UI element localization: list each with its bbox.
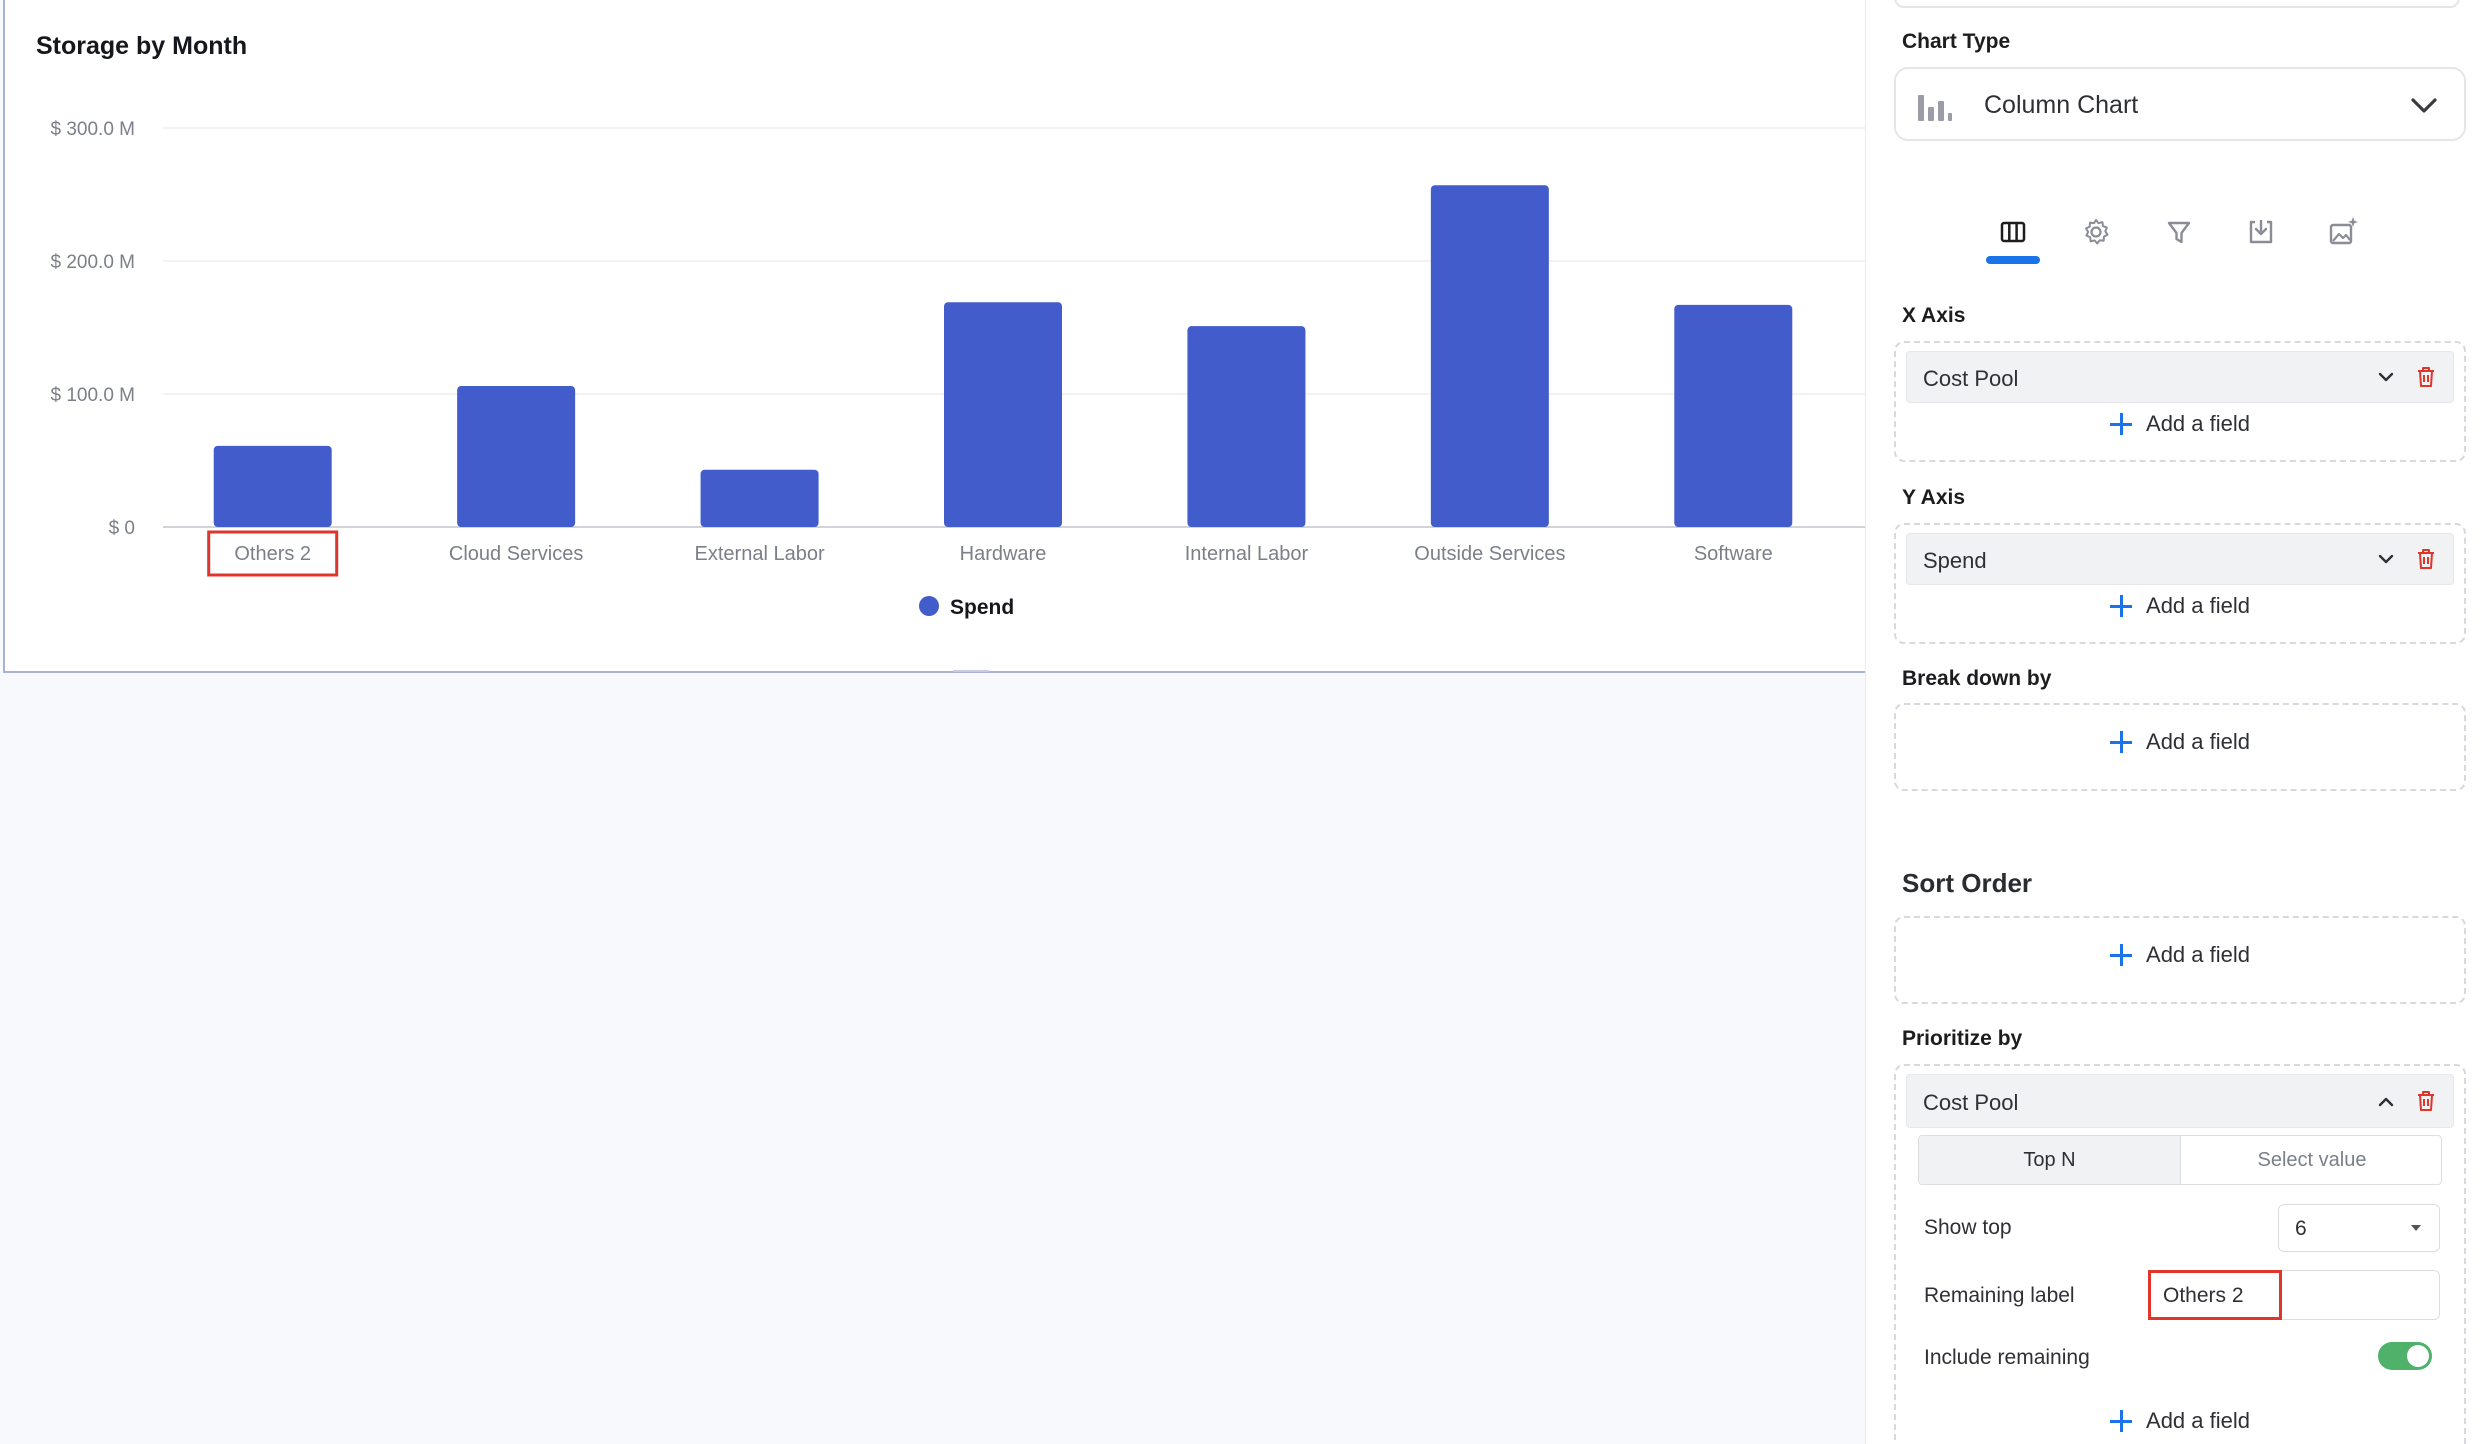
- add-field-label: Add a field: [2146, 593, 2250, 618]
- tab-download[interactable]: [2241, 212, 2281, 252]
- filter-icon: [2167, 221, 2191, 244]
- show-top-value: 6: [2295, 1217, 2307, 1240]
- x-tick-label: Cloud Services: [449, 543, 584, 565]
- plus-icon: [2110, 595, 2133, 617]
- break-down-dropzone: Add a field: [1894, 703, 2466, 791]
- x-axis-add-field-button[interactable]: Add a field: [1896, 411, 2464, 451]
- prioritize-mode-segment: Top N Select value: [1918, 1135, 2442, 1185]
- chevron-down-icon[interactable]: [2375, 548, 2397, 570]
- chart-settings-panel: Chart Type Column Chart X Axis Cost Pool: [1865, 0, 2486, 1444]
- resize-handle[interactable]: [953, 670, 989, 676]
- tab-columns[interactable]: [1993, 212, 2033, 252]
- x-tick-label: External Labor: [695, 543, 825, 565]
- segment-top-n[interactable]: Top N: [1919, 1136, 2181, 1184]
- bar: [1187, 326, 1306, 527]
- x-tick-label: Hardware: [960, 543, 1047, 565]
- show-top-select[interactable]: 6: [2278, 1204, 2440, 1252]
- bar: [700, 469, 819, 527]
- x-tick-label: Others 2: [234, 543, 311, 565]
- sort-order-dropzone: Add a field: [1894, 916, 2466, 1004]
- column-chart-icon: [1918, 91, 1952, 121]
- x-axis-field[interactable]: Cost Pool: [1906, 351, 2454, 403]
- break-down-label: Break down by: [1902, 667, 2052, 690]
- caret-down-icon: [2411, 1225, 2421, 1231]
- chart-type-select[interactable]: Column Chart: [1894, 67, 2466, 141]
- show-top-label: Show top: [1924, 1216, 2012, 1239]
- break-down-add-field-button[interactable]: Add a field: [1896, 729, 2464, 769]
- chart-type-label: Chart Type: [1902, 30, 2011, 53]
- trash-icon[interactable]: [2415, 1089, 2437, 1113]
- remaining-label-value: Others 2: [2163, 1284, 2244, 1307]
- prioritize-add-field-button[interactable]: Add a field: [1896, 1408, 2464, 1444]
- x-axis-dropzone: Cost Pool Add a field: [1894, 341, 2466, 462]
- chart-type-value: Column Chart: [1984, 91, 2139, 119]
- columns-icon: [2000, 221, 2026, 243]
- y-axis-field-name: Spend: [1923, 548, 1987, 573]
- tab-settings[interactable]: [2076, 212, 2116, 252]
- x-tick-label: Software: [1694, 543, 1773, 565]
- sort-order-title: Sort Order: [1902, 868, 2033, 898]
- y-axis-add-field-button[interactable]: Add a field: [1896, 593, 2464, 633]
- trash-icon[interactable]: [2415, 365, 2437, 389]
- add-field-label: Add a field: [2146, 942, 2250, 967]
- y-tick-label: $ 100.0 M: [51, 385, 136, 406]
- prioritize-field-name: Cost Pool: [1923, 1090, 2019, 1115]
- ai-image-icon: [2329, 217, 2358, 245]
- tab-ai-image[interactable]: [2323, 212, 2363, 252]
- include-remaining-toggle[interactable]: [2378, 1342, 2432, 1370]
- x-tick-label: Outside Services: [1414, 543, 1565, 565]
- prioritize-field[interactable]: Cost Pool: [1906, 1074, 2454, 1128]
- bar: [213, 445, 332, 527]
- active-tab-indicator: [1986, 256, 2040, 264]
- remaining-label-label: Remaining label: [1924, 1284, 2075, 1307]
- include-remaining-label: Include remaining: [1924, 1346, 2090, 1369]
- add-field-label: Add a field: [2146, 411, 2250, 436]
- plus-icon: [2110, 413, 2133, 435]
- add-field-label: Add a field: [2146, 1408, 2250, 1433]
- y-axis-label: Y Axis: [1902, 486, 1966, 509]
- prioritize-dropzone: Cost Pool Top N Select value Show top 6 …: [1894, 1064, 2466, 1444]
- gear-icon: [2085, 219, 2109, 245]
- legend-label-spend: Spend: [950, 596, 1014, 619]
- segment-select-value[interactable]: Select value: [2181, 1136, 2441, 1184]
- plus-icon: [2110, 731, 2133, 753]
- plus-icon: [2110, 1410, 2133, 1432]
- plus-icon: [2110, 944, 2133, 966]
- chevron-down-icon[interactable]: [2375, 366, 2397, 388]
- column-chart: $ 0 $ 100.0 M $ 200.0 M $ 300.0 M Others 2 Cl…: [51, 119, 1867, 619]
- x-axis-label: X Axis: [1902, 304, 1966, 327]
- x-axis-field-name: Cost Pool: [1923, 366, 2019, 391]
- trash-icon[interactable]: [2415, 547, 2437, 571]
- chart-title: Storage by Month: [36, 32, 248, 60]
- bar: [457, 386, 576, 527]
- bar: [1430, 185, 1549, 527]
- y-axis-dropzone: Spend Add a field: [1894, 523, 2466, 644]
- chevron-down-icon: [2411, 98, 2437, 113]
- y-tick-label: $ 300.0 M: [51, 119, 136, 140]
- add-field-label: Add a field: [2146, 729, 2250, 754]
- download-icon: [2249, 219, 2273, 244]
- collapsed-top-field: [1894, 0, 2460, 8]
- sort-order-add-field-button[interactable]: Add a field: [1896, 942, 2464, 982]
- chart-card: $ 0 $ 100.0 M $ 200.0 M $ 300.0 M Others 2 Cl…: [3, 0, 1867, 676]
- y-tick-label: $ 200.0 M: [51, 252, 136, 273]
- remaining-label-input[interactable]: Others 2: [2148, 1270, 2440, 1320]
- bar: [944, 302, 1062, 527]
- legend-marker: [919, 596, 939, 616]
- chevron-up-icon[interactable]: [2375, 1091, 2397, 1113]
- prioritize-by-label: Prioritize by: [1902, 1027, 2023, 1050]
- tab-filter[interactable]: [2159, 212, 2199, 252]
- bar: [1674, 304, 1793, 527]
- x-tick-label: Internal Labor: [1185, 543, 1309, 565]
- y-axis-field[interactable]: Spend: [1906, 533, 2454, 585]
- y-tick-label: $ 0: [109, 518, 135, 539]
- toggle-knob: [2407, 1345, 2429, 1367]
